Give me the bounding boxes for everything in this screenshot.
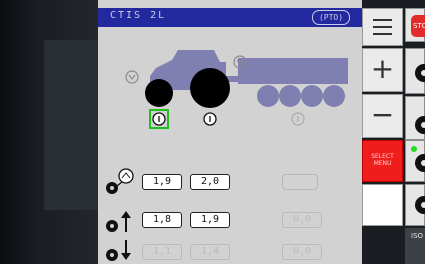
minus-icon: − [370, 98, 395, 131]
blank-softkey[interactable] [362, 184, 403, 226]
red-alert-softkey[interactable]: SELECT MENU [362, 140, 403, 182]
vehicle-diagram [106, 50, 348, 261]
rear-axle-info-icon[interactable] [203, 112, 217, 126]
ctis-screen: CTIS 2L (PTO) 1,9 2,0 1,8 1,9 0,0 1,1 1,… [98, 0, 362, 264]
trailer-wheel [279, 85, 301, 107]
trailer-increase-pressure-value: 0,0 [282, 212, 322, 228]
right-key-4[interactable] [405, 184, 425, 226]
rear-current-pressure-value[interactable]: 2,0 [190, 174, 230, 190]
front-decrease-pressure-value: 1,1 [142, 244, 182, 260]
hamburger-menu-icon [373, 19, 392, 35]
minus-softkey[interactable]: − [362, 94, 403, 138]
wheel-icon [415, 64, 425, 82]
menu-softkey[interactable] [362, 8, 403, 46]
trailer-decrease-pressure-value: 0,0 [282, 244, 322, 260]
trailer-wheel [301, 85, 323, 107]
rear-decrease-pressure-value: 1,4 [190, 244, 230, 260]
right-key-3[interactable] [405, 140, 425, 182]
front-current-pressure-value[interactable]: 1,9 [142, 174, 182, 190]
wheel-icon [415, 196, 425, 214]
trailer-wheel [323, 85, 345, 107]
current-pressure-gauge-icon [106, 168, 134, 194]
plus-icon: + [370, 52, 395, 85]
trailer-current-pressure-box [282, 174, 318, 190]
trailer-body [238, 58, 348, 84]
right-key-column [405, 0, 425, 264]
plus-softkey[interactable]: + [362, 48, 403, 92]
trailer-wheel [257, 85, 279, 107]
front-axle-info-icon [152, 112, 166, 126]
front-increase-pressure-value[interactable]: 1,8 [142, 212, 182, 228]
tire-check-icon [125, 70, 139, 84]
left-background-panel [0, 0, 98, 264]
increase-pressure-arrow-up-icon [106, 211, 131, 232]
decrease-pressure-arrow-down-icon [106, 240, 131, 261]
left-background-band [44, 40, 98, 210]
right-key-1[interactable] [405, 48, 425, 94]
red-softkey-label-line2: MENU [373, 160, 392, 167]
rear-axle-wheel[interactable] [190, 68, 230, 108]
rear-increase-pressure-value[interactable]: 1,9 [190, 212, 230, 228]
iso-button[interactable]: ISO [405, 228, 425, 264]
wheel-icon [411, 146, 425, 172]
wheel-icon [415, 116, 425, 134]
front-axle-wheel[interactable] [145, 79, 173, 107]
iso-label: ISO [411, 232, 424, 240]
trailer-axle-info-icon [291, 112, 305, 126]
right-key-2[interactable] [405, 96, 425, 140]
red-softkey-label-line1: SELECT [371, 153, 394, 160]
